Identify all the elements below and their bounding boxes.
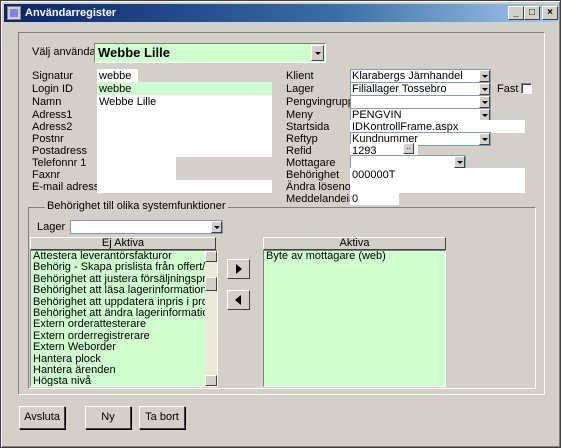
chevron-down-icon[interactable] bbox=[479, 133, 490, 145]
fast-checkbox[interactable] bbox=[521, 83, 532, 94]
add-permission-button[interactable] bbox=[227, 259, 250, 279]
inactive-item[interactable]: Behörighet att läsa lagerinformation bbox=[31, 284, 217, 296]
label-telefonnr: Telefonnr 1 bbox=[32, 157, 87, 169]
delete-button[interactable]: Ta bort bbox=[139, 406, 185, 429]
label-pengvingrupp: Pengvingrupp bbox=[286, 96, 354, 108]
label-login-id: Login ID bbox=[32, 83, 73, 95]
new-button[interactable]: Ny bbox=[85, 406, 131, 429]
refid-lookup-button[interactable]: .. bbox=[403, 143, 414, 154]
app-window: Användarregister _ □ × Välj användare We… bbox=[0, 0, 561, 448]
label-startsida: Startsida bbox=[286, 121, 330, 133]
select-lager-value: Filiallager Tossebro bbox=[352, 83, 447, 95]
select-lager[interactable]: Filiallager Tossebro bbox=[350, 82, 491, 96]
field-meddelandeint[interactable]: 0 bbox=[350, 192, 399, 205]
chevron-down-icon[interactable] bbox=[479, 96, 490, 108]
active-list[interactable]: Byte av mottagare (web) bbox=[263, 250, 446, 387]
inactive-list-scrollbar[interactable] bbox=[205, 251, 217, 386]
label-klient: Klient bbox=[286, 70, 314, 82]
label-reftyp: Reftyp bbox=[286, 133, 318, 145]
permissions-lager-select[interactable] bbox=[70, 220, 223, 234]
fast-label: Fast bbox=[497, 83, 519, 95]
user-select[interactable]: Webbe Lille bbox=[94, 43, 326, 63]
permissions-lager-label: Lager bbox=[37, 221, 66, 233]
remove-permission-button[interactable] bbox=[227, 290, 250, 310]
title-bar[interactable]: Användarregister _ □ × bbox=[4, 4, 559, 22]
label-email: E-mail adress bbox=[32, 181, 100, 193]
inactive-list[interactable]: Attestera leverantörsfakturor Behörig - S… bbox=[30, 250, 218, 387]
arrow-right-icon bbox=[236, 264, 242, 274]
inactive-list-header: Ej Aktiva bbox=[30, 237, 216, 250]
scroll-down-button[interactable] bbox=[205, 375, 217, 386]
label-adress1: Adress1 bbox=[32, 109, 73, 121]
field-login-id[interactable]: webbe bbox=[97, 82, 272, 95]
active-list-header: Aktiva bbox=[263, 237, 446, 250]
scroll-up-button[interactable] bbox=[205, 251, 217, 262]
label-postadress: Postadress bbox=[32, 145, 88, 157]
label-postnr: Postnr bbox=[32, 133, 64, 145]
maximize-button[interactable]: □ bbox=[524, 6, 540, 20]
label-lager: Lager bbox=[286, 83, 315, 95]
app-icon bbox=[7, 6, 21, 20]
form-panel: Välj användare Webbe Lille Signatur webb… bbox=[18, 32, 545, 395]
field-email[interactable] bbox=[97, 180, 272, 193]
label-meddelandeint: Meddelandeint bbox=[286, 193, 359, 205]
chevron-down-icon[interactable] bbox=[479, 70, 490, 82]
chevron-down-icon[interactable] bbox=[311, 45, 324, 61]
field-namn[interactable]: Webbe Lille bbox=[97, 95, 272, 108]
active-item[interactable]: Byte av mottagare (web) bbox=[264, 251, 445, 262]
minimize-button[interactable]: _ bbox=[508, 6, 524, 20]
label-namn: Namn bbox=[32, 96, 62, 108]
user-select-value: Webbe Lille bbox=[98, 45, 170, 60]
window-title: Användarregister bbox=[25, 7, 117, 19]
label-mottagare: Mottagare bbox=[286, 157, 336, 169]
label-signatur: Signatur bbox=[32, 70, 73, 82]
select-klient-value: Klarabergs Järnhandel bbox=[352, 70, 463, 82]
inactive-item[interactable]: Högsta nivå bbox=[31, 375, 217, 386]
label-faxnr: Faxnr bbox=[32, 169, 61, 181]
label-meny: Meny bbox=[286, 109, 313, 121]
arrow-left-icon bbox=[235, 295, 241, 305]
scroll-thumb[interactable] bbox=[205, 277, 217, 291]
permissions-group-label: Behörighet till olika systemfunktioner bbox=[45, 200, 228, 212]
chevron-down-icon[interactable] bbox=[211, 221, 222, 233]
label-adress2: Adress2 bbox=[32, 121, 73, 133]
close-form-button[interactable]: Avsluta bbox=[19, 406, 65, 429]
select-mottagare[interactable] bbox=[350, 155, 466, 169]
select-klient[interactable]: Klarabergs Järnhandel bbox=[350, 69, 491, 83]
chevron-down-icon[interactable] bbox=[479, 83, 490, 95]
permissions-group: Behörighet till olika systemfunktioner L… bbox=[28, 200, 536, 389]
label-refid: Refid bbox=[286, 145, 312, 157]
field-signatur[interactable]: webbe bbox=[97, 69, 138, 82]
close-button[interactable]: × bbox=[542, 6, 558, 20]
chevron-down-icon[interactable] bbox=[454, 156, 465, 168]
select-pengvingrupp[interactable] bbox=[350, 95, 491, 109]
inactive-item[interactable]: Extern Weborder bbox=[31, 341, 217, 353]
label-behorighet: Behörighet bbox=[286, 169, 340, 181]
